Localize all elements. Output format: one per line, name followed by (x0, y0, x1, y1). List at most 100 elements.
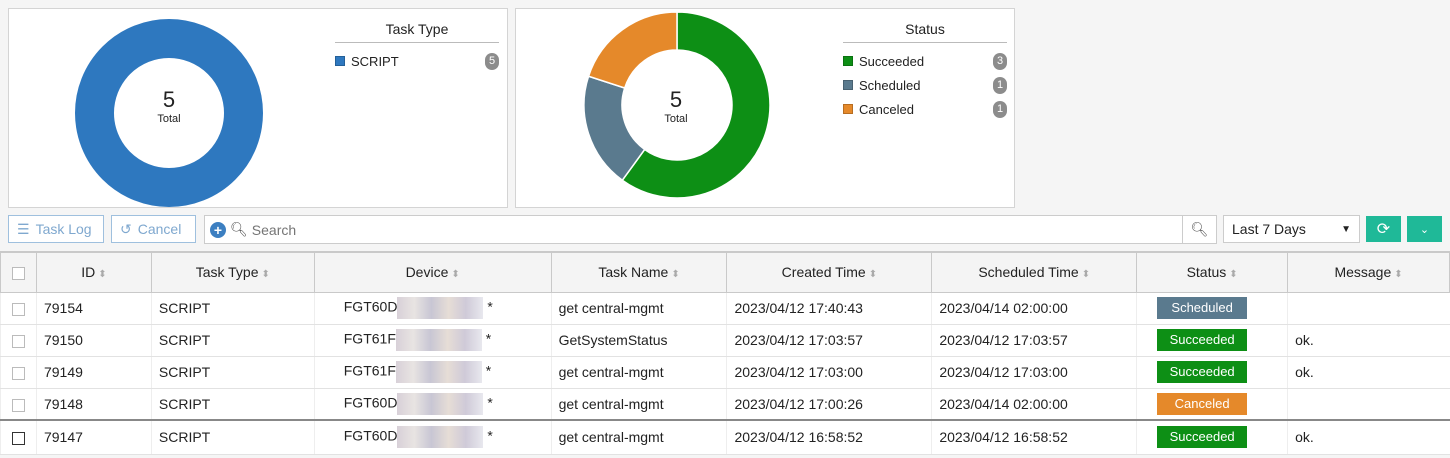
add-filter-icon[interactable]: + (210, 221, 226, 238)
column-label: Status (1186, 264, 1227, 281)
sort-icon[interactable]: ⬍ (671, 269, 679, 280)
table-row[interactable]: 79147 SCRIPT FGT60D * get central-mgmt 2… (0, 419, 1450, 455)
total-label: Total (157, 113, 181, 125)
sort-icon[interactable]: ⬍ (98, 269, 106, 280)
list-icon: ☰ (17, 220, 30, 237)
donut-slice-canceled[interactable] (587, 11, 678, 89)
legend-swatch (843, 104, 853, 114)
row-select[interactable] (0, 356, 37, 389)
legend-count: 5 (485, 52, 499, 70)
cell-id: 79154 (35, 292, 152, 325)
cell-id: 79147 (35, 419, 152, 455)
device-redacted (397, 392, 484, 415)
cancel-button[interactable]: ↺ Cancel (111, 215, 196, 243)
device-redacted (395, 329, 482, 351)
cell-status: Scheduled (1136, 292, 1288, 325)
column-label: Device (405, 264, 449, 281)
legend-item[interactable]: Succeeded 3 (843, 49, 1007, 73)
column-header[interactable]: ID ⬍ (35, 251, 152, 293)
select-all[interactable] (0, 251, 37, 293)
cell-created-time: 2023/04/12 17:03:57 (726, 324, 932, 357)
device-name: FGT60D (343, 427, 398, 444)
cell-task-name: get central-mgmt (550, 388, 727, 421)
cancel-label: Cancel (137, 221, 182, 237)
time-range-select[interactable]: Last 7 Days ▼ (1223, 215, 1360, 243)
cell-scheduled-time: 2023/04/14 02:00:00 (931, 388, 1137, 421)
total-value: 5 (669, 87, 683, 112)
status-legend: Status Succeeded 3 Scheduled 1 Canceled 1 (843, 21, 1007, 121)
sort-icon[interactable]: ⬍ (451, 269, 459, 280)
task-log-label: Task Log (35, 221, 92, 237)
cell-device: FGT60D * (313, 419, 552, 455)
cell-task-name: get central-mgmt (550, 356, 727, 389)
row-select[interactable] (0, 292, 37, 325)
row-checkbox[interactable] (12, 432, 25, 446)
table-row[interactable]: 79154 SCRIPT FGT60D * get central-mgmt 2… (0, 292, 1450, 325)
table-row[interactable]: 79150 SCRIPT FGT61F * GetSystemStatus 20… (0, 324, 1450, 357)
cell-task-type: SCRIPT (150, 324, 315, 357)
task-log-button[interactable]: ☰ Task Log (8, 215, 104, 243)
column-header[interactable]: Device ⬍ (313, 251, 552, 293)
row-checkbox[interactable] (12, 366, 25, 380)
device-suffix: * (487, 427, 493, 444)
task-table: ID ⬍ Task Type ⬍ Device ⬍ Task Name ⬍ Created Ti… (0, 251, 1450, 455)
legend-label: Scheduled (859, 77, 921, 93)
cell-status: Succeeded (1136, 356, 1288, 389)
status-badge: Canceled (1157, 392, 1248, 415)
undo-icon: ↺ (120, 220, 132, 237)
legend-count: 1 (993, 100, 1007, 118)
search-bar[interactable]: + 🔍︎ 🔍︎ (204, 215, 1217, 244)
legend-swatch (843, 80, 853, 90)
cell-status: Canceled (1136, 388, 1288, 421)
status-badge: Succeeded (1157, 426, 1248, 449)
legend-item[interactable]: SCRIPT 5 (335, 49, 499, 73)
legend-item[interactable]: Canceled 1 (843, 97, 1007, 121)
sort-icon[interactable]: ⬍ (1082, 269, 1090, 280)
row-select[interactable] (0, 419, 37, 455)
sort-icon[interactable]: ⬍ (869, 269, 877, 280)
row-checkbox[interactable] (12, 302, 25, 316)
column-header[interactable]: Task Type ⬍ (150, 251, 315, 293)
cell-task-type: SCRIPT (150, 388, 315, 421)
sort-icon[interactable]: ⬍ (1394, 269, 1402, 280)
status-badge: Scheduled (1157, 297, 1248, 319)
column-label: Scheduled Time (978, 264, 1079, 281)
cell-id: 79149 (35, 356, 152, 389)
more-button[interactable]: ⌄ (1407, 216, 1442, 242)
cell-device: FGT60D * (313, 292, 552, 325)
row-checkbox[interactable] (12, 334, 25, 348)
column-header[interactable]: Created Time ⬍ (726, 251, 933, 293)
status-panel: 5 Total Status Succeeded 3 Scheduled 1 Cancel… (515, 8, 1015, 208)
device-redacted (395, 361, 482, 383)
table-row[interactable]: 79149 SCRIPT FGT61F * get central-mgmt 2… (0, 356, 1450, 389)
device-name: FGT60D (343, 298, 398, 315)
legend-label: SCRIPT (351, 53, 399, 69)
cell-task-name: GetSystemStatus (550, 324, 727, 357)
sort-icon[interactable]: ⬍ (262, 269, 270, 280)
row-select[interactable] (0, 388, 37, 421)
column-header[interactable]: Task Name ⬍ (550, 251, 728, 293)
column-header[interactable]: Status ⬍ (1136, 251, 1289, 293)
legend-swatch (843, 56, 853, 66)
column-header[interactable]: Scheduled Time ⬍ (931, 251, 1138, 293)
row-select[interactable] (0, 324, 37, 357)
status-total: 5 Total (636, 87, 716, 125)
refresh-button[interactable]: ⟳ (1366, 216, 1401, 242)
search-submit-button[interactable]: 🔍︎ (1182, 216, 1216, 243)
table-row[interactable]: 79148 SCRIPT FGT60D * get central-mgmt 2… (0, 388, 1450, 421)
legend-item[interactable]: Scheduled 1 (843, 73, 1007, 97)
search-input[interactable] (251, 221, 1182, 238)
select-all-checkbox[interactable] (11, 267, 25, 281)
cell-task-type: SCRIPT (150, 419, 315, 455)
cell-scheduled-time: 2023/04/12 16:58:52 (931, 419, 1137, 455)
device-suffix: * (485, 330, 492, 347)
task-type-total: 5 Total (129, 87, 209, 125)
legend-title: Task Type (335, 21, 499, 43)
row-checkbox[interactable] (12, 398, 25, 412)
total-value: 5 (162, 87, 176, 112)
sort-icon[interactable]: ⬍ (1229, 269, 1237, 280)
cell-device: FGT60D * (313, 388, 552, 421)
cell-task-type: SCRIPT (150, 356, 315, 389)
status-badge: Succeeded (1157, 329, 1248, 351)
column-header[interactable]: Message ⬍ (1287, 251, 1450, 293)
